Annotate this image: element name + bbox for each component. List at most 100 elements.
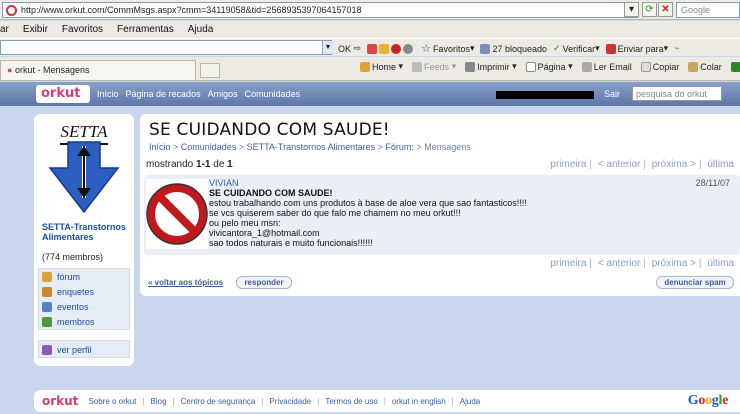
print-button[interactable]: Imprimir ▾ [465,61,517,72]
topic-panel: SE CUIDANDO COM SAUDE! Início > Comunida… [140,114,740,296]
nav-inicio[interactable]: Início [97,89,119,99]
logout-link[interactable]: Sair [604,89,620,99]
menu-tools[interactable]: Ferramentas [117,24,174,35]
toolbar-ok-button[interactable]: OK ⇨ [338,43,361,54]
message-author[interactable]: VIVIAN [209,178,239,188]
crumb-inicio[interactable]: Início [149,142,171,152]
message-line: se vcs quiserem saber do que falo me cha… [209,208,461,218]
report-spam-button[interactable]: denunciar spam [656,276,734,289]
breadcrumb: Início > Comunidades > SETTA-Transtornos… [149,142,471,152]
page-button[interactable]: Página ▾ [525,61,573,72]
crumb-comunidades[interactable]: Comunidades [181,142,237,152]
footer-link-about[interactable]: Sobre o orkut [88,397,136,406]
mail-icon [581,61,592,72]
feeds-button[interactable]: Feeds ▾ [412,61,456,72]
footer-link-safety[interactable]: Centro de segurança [181,397,256,406]
toolbar-icons[interactable] [367,43,415,54]
toolbar-row: ▼ OK ⇨ ☆ Favoritos ▾ 27 bloqueado ✓ Verific… [0,38,740,56]
address-field[interactable]: http://www.orkut.com/CommMsgs.aspx?cmm=3… [2,2,638,18]
nav-amigos[interactable]: Amigos [208,89,238,99]
logo-text: SETTA [61,122,109,141]
nav-comunidades[interactable]: Comunidades [245,89,301,99]
menu-polls[interactable]: enquetes [39,284,129,299]
crumb-current: Mensagens [424,142,471,152]
paste-icon [688,61,699,72]
orkut-nav: Início Página de recados Amigos Comunida… [97,89,307,99]
author-avatar[interactable] [146,179,208,249]
favorites-button[interactable]: ☆ Favoritos ▾ [421,42,474,55]
clip-icon[interactable]: ⌁ [674,43,679,54]
community-name[interactable]: SETTA-Transtornos Alimentares [42,222,134,242]
printer-icon [465,61,476,72]
toolbar-search-input[interactable] [0,40,332,55]
home-button[interactable]: Home ▾ [360,61,403,72]
footer-link-blog[interactable]: Blog [151,397,167,406]
address-bar-row: http://www.orkut.com/CommMsgs.aspx?cmm=3… [0,0,740,20]
footer-logo[interactable]: orkut [42,394,78,408]
footer-link-privacy[interactable]: Privacidade [269,397,311,406]
stop-sign-icon [391,43,402,54]
orkut-logo[interactable]: orkut [36,85,90,103]
pager-bottom: primeira | < anterior | próxima > | última [550,258,734,269]
page-title: SE CUIDANDO COM SAUDE! [149,120,390,140]
menu-members[interactable]: membros [39,314,129,329]
menu-events[interactable]: eventos [39,299,129,314]
nav-recados[interactable]: Página de recados [126,89,201,99]
menu-view[interactable]: Exibir [23,24,48,35]
more-button[interactable]: Ta [730,61,740,72]
pager-last[interactable]: última [707,159,734,170]
forum-icon [42,271,52,282]
feed-icon [412,61,423,72]
footer-link-terms[interactable]: Termos de uso [325,397,377,406]
news-icon [367,43,378,54]
dropdown-icon[interactable]: ▾ [624,2,639,17]
send-to-button[interactable]: Enviar para ▾ [605,43,668,54]
polls-icon [42,286,52,297]
footer-link-english[interactable]: orkut in english [392,397,446,406]
chevron-down-icon[interactable]: ▼ [322,41,333,54]
redacted-user-email [496,91,594,99]
tab-bar: ● orkut - Mensagens Home ▾ Feeds ▾ Impri… [0,57,740,81]
back-to-topics-link[interactable]: « voltar aos tópicos [148,278,223,287]
pager-first[interactable]: primeira [550,258,586,269]
read-email-button[interactable]: Ler Email [581,61,632,72]
reply-button[interactable]: responder [236,276,292,289]
bookmark-icon [379,43,390,54]
pager-first[interactable]: primeira [550,159,586,170]
menu-file[interactable]: ar [0,24,9,35]
menu-forum[interactable]: fórum [39,269,129,284]
google-logo: Google [687,393,729,408]
message-line: vivicantora_1@hotmail.com [209,228,320,238]
crumb-forum[interactable]: Fórum: [385,142,414,152]
refresh-icon[interactable]: ⟳ [642,2,657,17]
view-profile-link[interactable]: ver perfil [39,342,129,357]
popup-icon [480,43,491,54]
menu-help[interactable]: Ajuda [188,24,214,35]
stop-icon[interactable]: ✕ [658,2,673,17]
send-icon [605,43,616,54]
new-tab-button[interactable] [200,63,220,78]
pager-next[interactable]: próxima > [652,159,696,170]
paste-button[interactable]: Colar [688,61,722,72]
copy-button[interactable]: Copiar [640,61,679,72]
tab-orkut[interactable]: ● orkut - Mensagens [0,60,196,80]
browser-search-input[interactable]: Google [676,2,740,18]
copy-icon [640,61,651,72]
check-button[interactable]: ✓ Verificar ▾ [553,43,600,54]
orkut-search-input[interactable]: pesquisa do orkut [632,86,722,101]
message-line: estou trabalhando com uns produtos à bas… [209,198,527,208]
pager-last[interactable]: última [707,258,734,269]
crumb-community[interactable]: SETTA-Transtornos Alimentares [247,142,376,152]
orkut-tab-icon: ● [7,65,13,75]
pager-prev[interactable]: < anterior [598,159,641,170]
community-logo[interactable]: SETTA [40,120,128,220]
pager-next[interactable]: próxima > [652,258,696,269]
footer-link-help[interactable]: Ajuda [460,397,480,406]
results-count: mostrando 1-1 de 1 [146,159,233,170]
popup-blocked-button[interactable]: 27 bloqueado [480,43,547,54]
menu-favorites[interactable]: Favoritos [62,24,103,35]
pager-prev[interactable]: < anterior [598,258,641,269]
address-url[interactable]: http://www.orkut.com/CommMsgs.aspx?cmm=3… [21,5,362,15]
globe-icon [403,43,414,54]
message-post: VIVIAN 28/11/07 SE CUIDANDO COM SAUDE! e… [144,175,740,255]
